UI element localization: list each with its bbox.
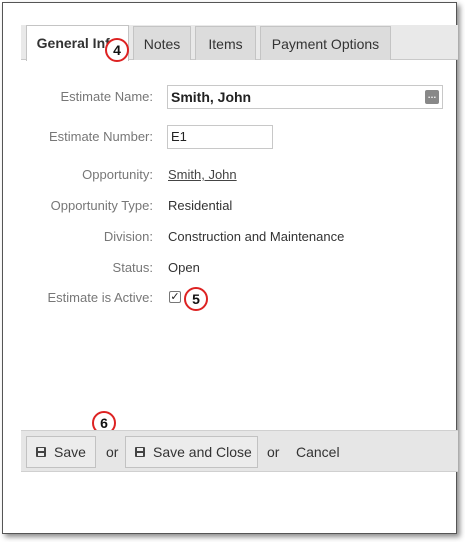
opportunity-type-row: Opportunity Type: Residential [3,194,458,218]
opportunity-link[interactable]: Smith, John [168,163,237,187]
save-and-close-label: Save and Close [153,444,252,460]
or-separator: or [106,444,119,460]
opportunity-row: Opportunity: Smith, John [3,163,458,187]
estimate-name-value: Smith, John [171,89,252,105]
division-row: Division: Construction and Maintenance [3,225,458,249]
floppy-disk-icon [36,447,46,457]
floppy-disk-icon [135,447,145,457]
or-separator: or [267,444,280,460]
estimate-number-field[interactable]: E1 [167,125,273,149]
division-value: Construction and Maintenance [168,229,345,244]
cancel-link[interactable]: Cancel [296,436,340,468]
estimate-active-checkbox[interactable]: ✓ [169,291,181,303]
status-row: Status: Open [3,256,458,280]
estimate-number-value: E1 [171,129,187,144]
save-button[interactable]: Save [26,436,96,468]
checkmark-icon: ✓ [170,291,180,303]
opportunity-type-value: Residential [168,198,233,213]
save-label: Save [54,444,86,460]
tab-items[interactable]: Items [195,26,256,60]
callout-4: 4 [105,38,129,62]
estimate-active-label: Estimate is Active: [47,290,153,305]
status-value: Open [168,260,200,275]
estimate-active-row: Estimate is Active: [3,286,458,310]
save-and-close-button[interactable]: Save and Close [125,436,258,468]
action-footer: Save or Save and Close or Cancel [21,430,458,472]
division-label: Division: [103,229,153,244]
tab-bar: General Info Notes Items Payment Options [21,25,458,61]
estimate-number-label: Estimate Number: [48,129,153,144]
tab-notes[interactable]: Notes [133,26,191,60]
opportunity-label: Opportunity: [82,167,153,182]
estimate-dialog: General Info Notes Items Payment Options… [2,2,458,534]
status-label: Status: [112,260,153,275]
tab-payment-options[interactable]: Payment Options [260,26,391,60]
callout-5: 5 [184,287,208,311]
opportunity-type-label: Opportunity Type: [50,198,153,213]
ellipsis-picker-icon[interactable]: … [425,90,439,104]
estimate-name-label: Estimate Name: [60,89,153,104]
estimate-name-field[interactable]: Smith, John … [167,85,443,109]
